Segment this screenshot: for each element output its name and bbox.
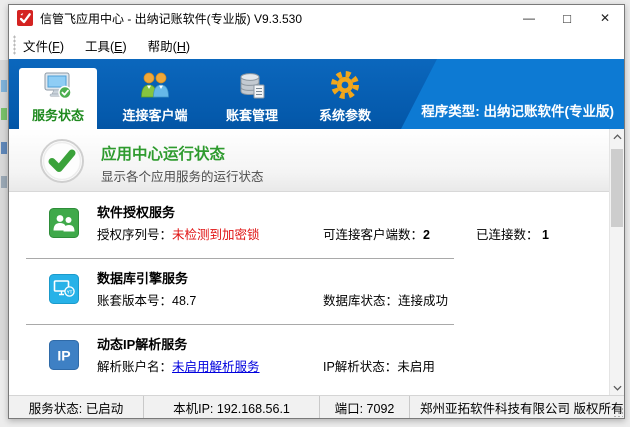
gear-icon [328,68,362,104]
status-local-ip: 本机IP: 192.168.56.1 [144,396,320,418]
service-row-ip: IP 动态IP解析服务 解析账户名：未启用解析服务 IP解析状态：未启用 [9,325,609,391]
connected-value: 1 [542,228,549,242]
max-clients-value: 2 [423,228,430,242]
tab-system-settings[interactable]: 系统参数 [306,68,384,129]
service-fields: 账套版本号：48.7 数据库状态：连接成功 [9,290,609,308]
service-row-database: YT 数据库引擎服务 账套版本号：48.7 数据库状态：连接成功 [9,259,609,325]
monitor-check-icon [41,68,75,104]
service-title: 动态IP解析服务 [97,334,187,353]
field-resolve-account: 解析账户名：未启用解析服务 [97,356,260,375]
tab-label: 服务状态 [32,105,84,124]
window-controls: — □ ✕ [510,5,624,31]
status-port: 端口: 7092 [320,396,410,418]
field-book-version: 账套版本号：48.7 [97,290,196,309]
content-area: 应用中心运行状态 显示各个应用服务的运行状态 软件授权服务 授权序列号：未检测到… [9,129,624,395]
service-fields: 解析账户名：未启用解析服务 IP解析状态：未启用 [9,356,609,374]
tab-label: 连接客户端 [122,105,187,124]
maximize-button[interactable]: □ [548,5,586,31]
tab-connect-clients[interactable]: 连接客户端 [112,68,198,129]
content-scrollbar[interactable] [609,129,624,395]
scroll-down-icon[interactable] [610,380,624,395]
book-version-value: 48.7 [172,294,196,308]
window-title: 信管飞应用中心 - 出纳记账软件(专业版) V9.3.530 [40,10,302,27]
tab-service-status[interactable]: 服务状态 [19,68,97,129]
tab-account-books[interactable]: 账套管理 [213,68,291,129]
field-serial: 授权序列号：未检测到加密锁 [97,224,260,243]
database-icon [235,68,269,104]
window-titlebar: 信管飞应用中心 - 出纳记账软件(专业版) V9.3.530 — □ ✕ [9,5,624,31]
tab-label: 系统参数 [319,105,371,124]
serial-alert-value: 未检测到加密锁 [172,228,260,242]
service-title: 数据库引擎服务 [97,268,188,287]
scrollbar-thumb[interactable] [611,149,623,227]
app-window: 信管飞应用中心 - 出纳记账软件(专业版) V9.3.530 — □ ✕ 文件(… [8,4,625,419]
program-type-label: 程序类型: 出纳记账软件(专业版) [421,100,614,120]
scroll-up-icon[interactable] [610,129,624,144]
page-subtitle: 显示各个应用服务的运行状态 [101,166,264,185]
field-connected: 已连接数： 1 [476,224,549,243]
status-service-state: 服务状态: 已启动 [9,396,144,418]
minimize-button[interactable]: — [510,5,548,31]
field-max-clients: 可连接客户端数：2 [323,224,430,243]
service-title: 软件授权服务 [97,202,175,221]
close-button[interactable]: ✕ [586,5,624,31]
xinguanfei-logo-icon [17,10,33,26]
field-ip-status: IP解析状态：未启用 [323,356,435,375]
status-bar: 服务状态: 已启动 本机IP: 192.168.56.1 端口: 7092 郑州… [9,395,624,418]
tab-label: 账套管理 [226,105,278,124]
menu-item-tools[interactable]: 工具(E) [78,33,134,58]
status-copyright: 郑州亚拓软件科技有限公司 版权所有 [410,396,624,418]
enable-resolve-link[interactable]: 未启用解析服务 [172,360,260,374]
menu-bar: 文件(F) 工具(E) 帮助(H) [9,31,624,59]
green-check-circle-icon [39,138,85,184]
db-status-value: 连接成功 [398,294,448,308]
page-header: 应用中心运行状态 显示各个应用服务的运行状态 [9,129,624,192]
desktop-background [0,60,8,360]
users-pair-icon [138,68,172,104]
service-fields: 授权序列号：未检测到加密锁 可连接客户端数：2 已连接数： 1 [9,224,609,242]
ip-status-value: 未启用 [397,360,435,374]
menu-item-file[interactable]: 文件(F) [16,33,71,58]
menu-grip [13,35,16,55]
service-row-license: 软件授权服务 授权序列号：未检测到加密锁 可连接客户端数：2 已连接数： 1 [9,193,609,259]
toolbar-tabs: 服务状态 连接客户端 [19,68,384,129]
menu-item-help[interactable]: 帮助(H) [141,33,197,58]
field-db-status: 数据库状态：连接成功 [323,290,448,309]
page-title: 应用中心运行状态 [101,142,225,164]
service-list: 软件授权服务 授权序列号：未检测到加密锁 可连接客户端数：2 已连接数： 1 Y… [9,193,609,395]
toolbar: 服务状态 连接客户端 [9,59,624,129]
